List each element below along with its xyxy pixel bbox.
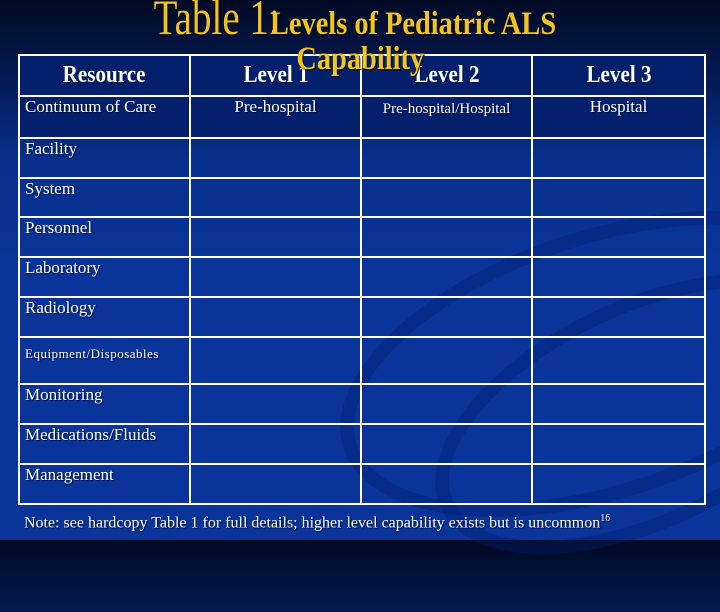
cell-empty	[531, 383, 706, 426]
cell-empty	[189, 216, 362, 259]
cell-empty	[360, 296, 533, 339]
cell-empty	[360, 216, 533, 259]
row-label: Laboratory	[18, 256, 191, 299]
table-row: Medications/Fluids	[18, 423, 706, 466]
cell-empty	[360, 463, 533, 505]
cell-empty	[189, 463, 362, 505]
slide-title: Table 1: Levels of Pediatric ALS	[0, 0, 720, 42]
row-label: Personnel	[18, 216, 191, 259]
cell-empty	[189, 296, 362, 339]
table-row: System	[18, 176, 706, 219]
table-row: Monitoring	[18, 383, 706, 426]
table-row: Laboratory	[18, 256, 706, 299]
table-row: Radiology	[18, 296, 706, 339]
cell-empty	[189, 336, 362, 386]
cell-empty	[531, 463, 706, 505]
title-prefix: Table 1:	[153, 0, 280, 45]
cell-empty	[531, 136, 706, 179]
cell-empty	[531, 176, 706, 219]
row-label: Management	[18, 463, 191, 505]
cell-empty	[531, 423, 706, 466]
row-label: Facility	[18, 136, 191, 179]
cell-level-3: Hospital	[531, 95, 706, 139]
cell-empty	[189, 383, 362, 426]
cell-empty	[189, 423, 362, 466]
cell-level-2: Pre-hospital/Hospital	[360, 95, 533, 139]
als-levels-table: Resource Level 1 Level 2 Level 3 Continu…	[18, 54, 706, 505]
cell-empty	[531, 336, 706, 386]
title-main: Levels of Pediatric ALS	[269, 6, 556, 42]
cell-empty	[360, 383, 533, 426]
table-row: Personnel	[18, 216, 706, 259]
row-label: Continuum of Care	[18, 95, 191, 139]
table-row: Management	[18, 463, 706, 505]
cell-empty	[189, 256, 362, 299]
cell-empty	[360, 423, 533, 466]
footnote: Note: see hardcopy Table 1 for full deta…	[24, 513, 610, 532]
cell-empty	[360, 176, 533, 219]
cell-empty	[531, 296, 706, 339]
footnote-text: Note: see hardcopy Table 1 for full deta…	[24, 514, 601, 532]
title-wrap-text: Capability	[296, 41, 424, 77]
row-label: Equipment/Disposables	[18, 336, 191, 386]
footnote-reference: 16	[600, 513, 611, 524]
row-label: Radiology	[18, 296, 191, 339]
cell-level-1: Pre-hospital	[189, 95, 362, 139]
cell-empty	[360, 336, 533, 386]
cell-empty	[360, 256, 533, 299]
table-row: Equipment/Disposables	[18, 336, 706, 386]
cell-empty	[360, 136, 533, 179]
cell-empty	[189, 136, 362, 179]
table-row-continuum: Continuum of Care Pre-hospital Pre-hospi…	[18, 95, 706, 139]
cell-empty	[531, 216, 706, 259]
table-row: Facility	[18, 136, 706, 179]
row-label: Monitoring	[18, 383, 191, 426]
cell-empty	[189, 176, 362, 219]
cell-empty	[531, 256, 706, 299]
slide-title-wrap: Capability	[0, 43, 720, 76]
row-label: System	[18, 176, 191, 219]
row-label: Medications/Fluids	[18, 423, 191, 466]
